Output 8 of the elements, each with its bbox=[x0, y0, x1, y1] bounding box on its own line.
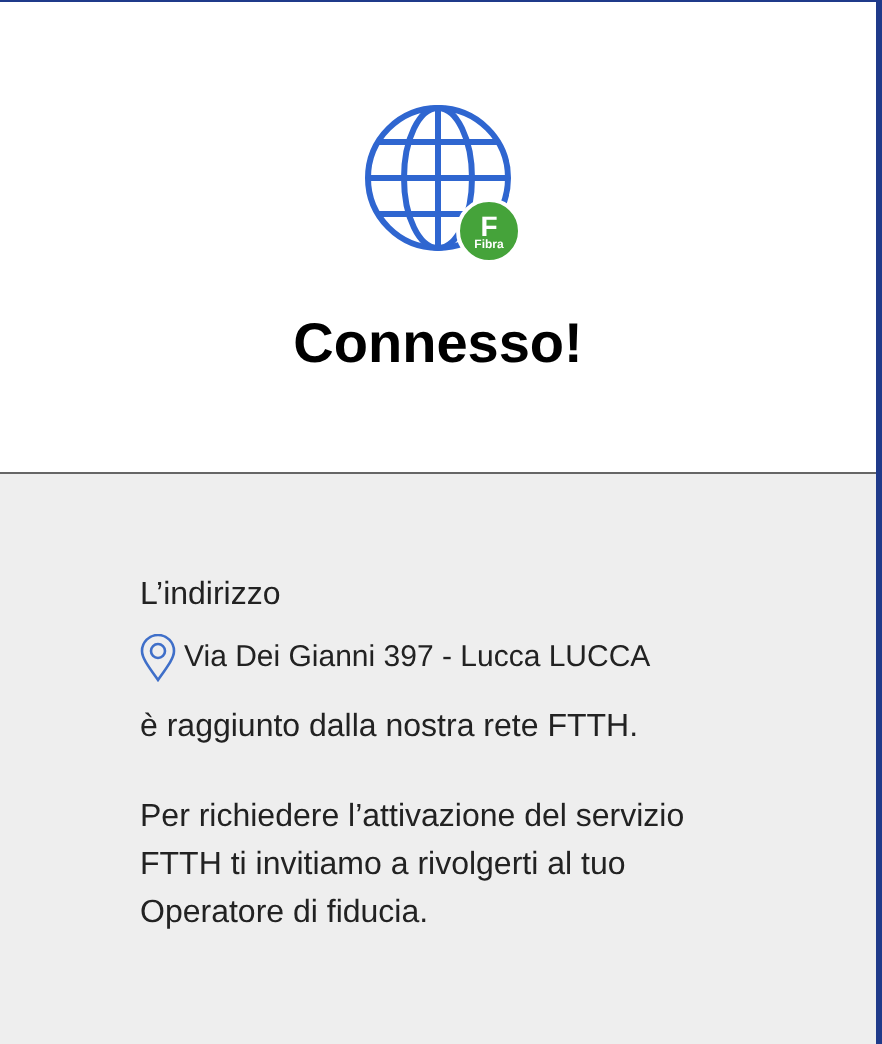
location-pin-icon bbox=[140, 634, 176, 682]
reach-text: è raggiunto dalla nostra rete FTTH. bbox=[140, 708, 641, 748]
status-title: Connesso! bbox=[293, 310, 583, 378]
address-label: L’indirizzo bbox=[140, 576, 283, 616]
info-text: Per richiedere l’attivazione del servizio FTTH ti invitiamo a rivolgerti al tuo Operatore di fiducia. bbox=[140, 798, 687, 934]
globe-icon bbox=[362, 102, 514, 254]
address-text: Via Dei Gianni 397 - Lucca LUCCA bbox=[184, 637, 651, 678]
badge-letter: F bbox=[480, 211, 498, 239]
